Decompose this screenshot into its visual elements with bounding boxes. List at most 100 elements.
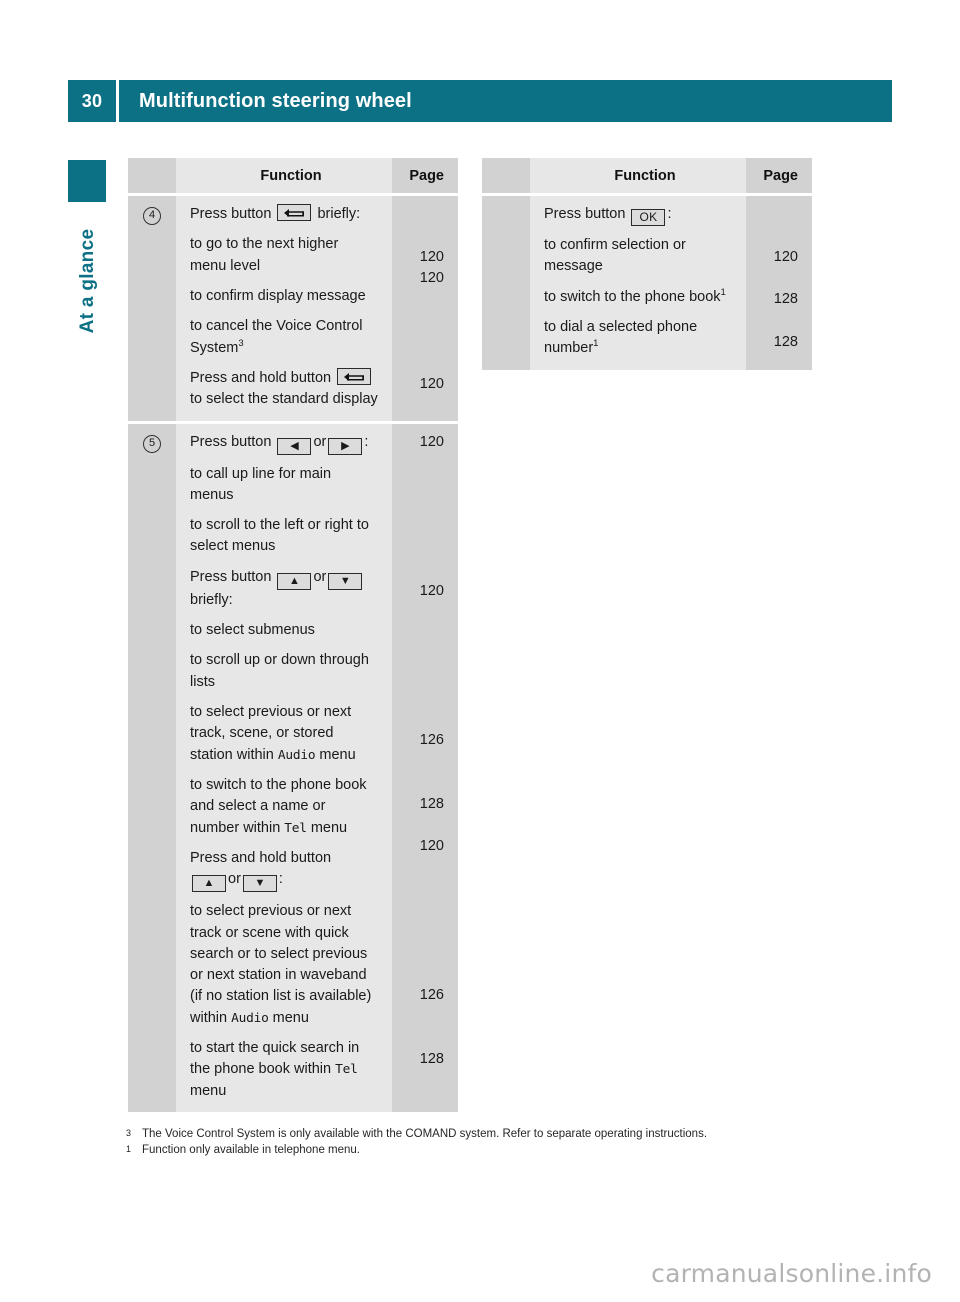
or-label: or [313,433,327,450]
page-ref: 128 [773,333,798,350]
page-ref: . [746,268,798,289]
marker-cell [482,196,530,370]
function-line: to dial a selected phone number1 [544,317,732,360]
page-ref: . [392,353,444,374]
function-header: Function [530,158,746,193]
text-fragment: Press button [190,433,276,450]
text-fragment: Press button [190,206,276,222]
page-ref: . [392,453,444,474]
function-line: to select submenus [190,622,315,639]
function-line: Press and hold button to select the stan… [190,367,378,411]
page-ref: 120 [419,582,444,599]
page-ref: . [392,921,444,942]
page-ref: . [392,495,444,516]
page-number: 30 [68,80,116,122]
function-table-left: Function Page 4 Press button briefly: to… [128,158,458,1112]
footnotes: 3 The Voice Control System is only avail… [126,1126,826,1159]
marker-cell: 5 [128,423,176,1112]
page-ref: . [392,644,444,665]
table-row: 4 Press button briefly: to go to the nex… [128,196,458,421]
page-ref: 120 [773,248,798,265]
or-label: or [228,871,241,888]
table-header-row: Function Page [482,158,812,193]
right-column: Function Page Press button OK: to confir… [482,158,812,370]
page-ref: 126 [419,731,444,748]
page-ref: . [392,289,444,310]
page-ref: . [392,474,444,495]
text-fragment: : [278,871,283,888]
page-ref: . [392,943,444,964]
or-label: or [313,568,327,585]
footnote-ref: 1 [720,286,726,298]
text-fragment: briefly: [190,591,233,608]
table-row: Press button OK: to confirm selection or… [482,196,812,370]
page-cell: . . 120 . 128 . 128 [746,196,812,370]
function-line: Press button briefly: [190,204,378,225]
marker-cell: 4 [128,196,176,421]
page-ref: . [746,310,798,331]
page-ref: . [392,602,444,623]
text-fragment: : [364,433,369,450]
function-line: to go to the next higher menu level [190,236,339,274]
function-line: to switch to the phone book and select a… [190,775,378,839]
page-ref: . [392,1028,444,1049]
section-tab: At a glance [68,160,106,333]
function-line: Press button ▲ or ▼ briefly: [190,567,378,611]
page-ref: . [392,538,444,559]
down-arrow-button-icon: ▼ [242,875,277,893]
ok-button-icon: OK [631,209,666,226]
page-ref: . [746,225,798,246]
text-fragment: : [667,206,672,222]
page-ref: . [392,623,444,644]
menu-name: Tel [335,1062,358,1078]
page-ref: . [392,687,444,708]
page-title: Multifunction steering wheel [119,80,892,122]
footnote-item: 3 The Voice Control System is only avail… [126,1126,826,1142]
text-fragment: menu [268,1009,309,1026]
function-line: to cancel the Voice Control System3 [190,316,378,359]
footnote-text: Function only available in telephone men… [142,1144,361,1157]
function-header: Function [176,158,392,193]
page-ref: . [392,310,444,331]
page-ref: . [392,225,444,246]
function-line: Press and hold button ▲ or ▼: [190,848,378,893]
menu-name: Audio [277,747,316,763]
text-fragment: menu [190,1082,227,1099]
page-ref: 128 [419,1051,444,1068]
page-header: 30 Multifunction steering wheel [68,80,892,122]
text-fragment: Press and hold button [190,369,336,386]
left-arrow-button-icon: ◀ [277,437,312,455]
table-header-row: Function Page [128,158,458,193]
page-ref: . [392,751,444,772]
text-fragment: menu [315,746,356,763]
text-fragment: to cancel the Voice Control System [190,318,363,356]
page-ref: 120 [419,433,444,450]
page-ref: . [392,666,444,687]
up-arrow-button-icon: ▲ [192,875,226,893]
page-ref: . [392,964,444,985]
content-columns: Function Page 4 Press button briefly: to… [128,158,892,1112]
function-cell: Press button ◀ or ▶: to call up line for m… [176,423,392,1112]
footnote-ref: 1 [593,338,599,350]
text-fragment: to select previous or next track or scen… [190,903,372,1026]
page-ref: 126 [419,987,444,1004]
page-ref: . [392,857,444,878]
marker-header [482,158,530,193]
function-line: to scroll up or down through lists [190,652,369,690]
footnote-ref: 3 [238,337,244,349]
page-cell: . . 120 120 . . . . 120 [392,196,458,421]
function-line: to confirm selection or message [544,237,686,275]
page-header: Page [392,158,458,193]
down-arrow-button-icon: ▼ [328,572,363,590]
function-line: to call up line for main menus [190,465,332,503]
footnote-text: The Voice Control System is only availab… [142,1128,708,1140]
function-line: to select previous or next track, scene,… [190,702,378,766]
footnote-item: 1 Function only available in telephone m… [126,1142,826,1158]
right-arrow-button-icon: ▶ [328,437,363,455]
watermark: carmanualsonline.info [651,1259,932,1288]
function-line: to scroll to the left or right to select… [190,517,369,555]
page-ref: . [392,1007,444,1028]
function-line: Press button OK: [544,204,732,226]
callout-marker: 4 [143,207,161,225]
page-ref: . [392,559,444,580]
